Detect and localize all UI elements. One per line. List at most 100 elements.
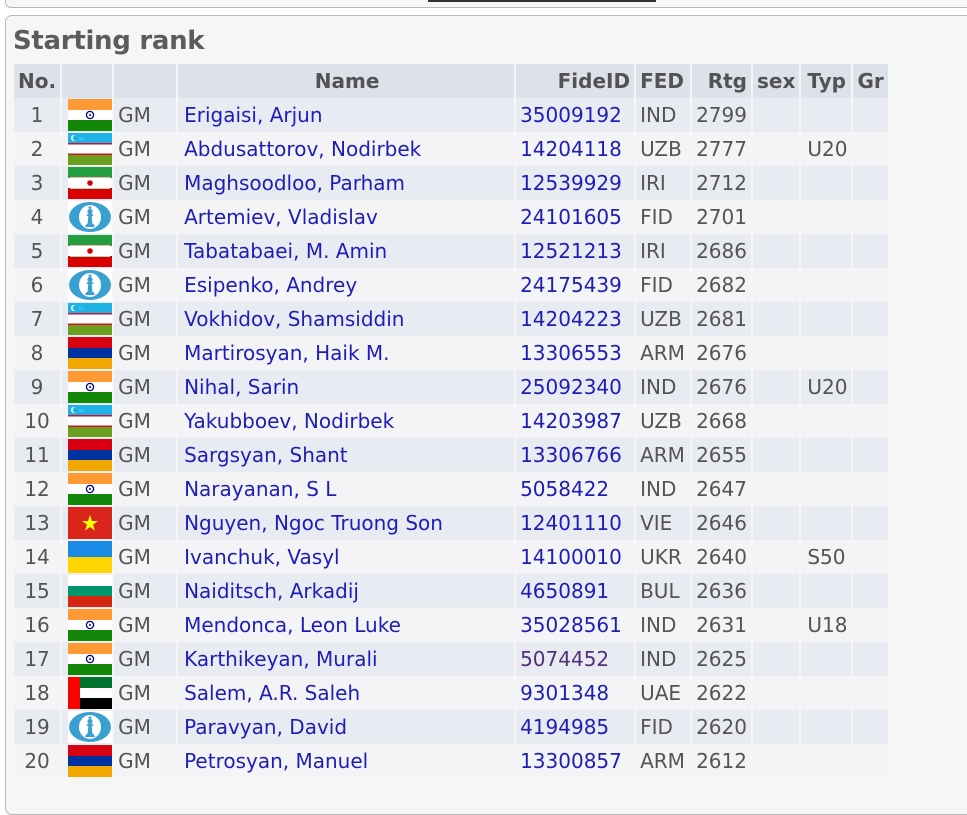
fide-id-link[interactable]: 14204118 xyxy=(520,137,622,161)
federation: FID xyxy=(635,200,692,234)
player-group xyxy=(852,404,889,438)
table-row: 13 GM Nguyen, Ngoc Truong Son 12401110 VIE 26… xyxy=(14,506,889,540)
column-header-title xyxy=(113,64,179,98)
federation: FID xyxy=(635,710,692,744)
player-type: S50 xyxy=(800,540,853,574)
fide-id-cell: 24101605 xyxy=(515,200,636,234)
federation: ARM xyxy=(635,438,692,472)
column-header-rating[interactable]: Rtg xyxy=(691,64,753,98)
fide-id-link[interactable]: 12539929 xyxy=(520,171,622,195)
rank-number: 15 xyxy=(14,574,62,608)
fide-id-link[interactable]: 14100010 xyxy=(520,545,622,569)
fide-id-link[interactable]: 12401110 xyxy=(520,511,622,535)
rating: 2676 xyxy=(691,336,752,370)
federation: ARM xyxy=(635,336,692,370)
player-title: GM xyxy=(113,676,178,710)
player-name-link[interactable]: Sargsyan, Shant xyxy=(184,443,348,467)
player-title: GM xyxy=(113,744,178,778)
fide-id-link[interactable]: 9301348 xyxy=(520,681,609,705)
player-name-link[interactable]: Mendonca, Leon Luke xyxy=(184,613,401,637)
federation: IND xyxy=(635,472,692,506)
fide-id-link[interactable]: 24101605 xyxy=(520,205,622,229)
player-name-link[interactable]: Naiditsch, Arkadij xyxy=(184,579,359,603)
player-name-link[interactable]: Abdusattorov, Nodirbek xyxy=(184,137,421,161)
fide-id-link[interactable]: 35009192 xyxy=(520,103,622,127)
fide-id-link[interactable]: 14203987 xyxy=(520,409,622,433)
player-name-link[interactable]: Salem, A.R. Saleh xyxy=(184,681,360,705)
federation: UZB xyxy=(635,302,692,336)
federation: IND xyxy=(635,98,692,132)
federation: ARM xyxy=(635,744,692,778)
player-name-cell: Abdusattorov, Nodirbek xyxy=(177,132,516,166)
fide-id-link[interactable]: 13300857 xyxy=(520,749,622,773)
player-name-link[interactable]: Nihal, Sarin xyxy=(184,375,299,399)
player-name-link[interactable]: Martirosyan, Haik M. xyxy=(184,341,389,365)
fide-id-cell: 4650891 xyxy=(515,574,636,608)
player-group xyxy=(852,710,889,744)
column-header-type[interactable]: Typ xyxy=(800,64,854,98)
fide-id-link[interactable]: 25092340 xyxy=(520,375,622,399)
player-name-link[interactable]: Maghsoodloo, Parham xyxy=(184,171,405,195)
fide-id-link[interactable]: 4194985 xyxy=(520,715,609,739)
fide-id-link[interactable]: 13306553 xyxy=(520,341,622,365)
player-name-link[interactable]: Vokhidov, Shamsiddin xyxy=(184,307,404,331)
india-flag-icon xyxy=(68,609,112,641)
fide-id-link[interactable]: 13306766 xyxy=(520,443,622,467)
table-row: 10::: GM Yakubboev, Nodirbek 14203987 UZB 266… xyxy=(14,404,889,438)
rating: 2612 xyxy=(691,744,752,778)
player-name-cell: Erigaisi, Arjun xyxy=(177,98,516,132)
fide-id-link[interactable]: 4650891 xyxy=(520,579,609,603)
player-name-link[interactable]: Artemiev, Vladislav xyxy=(184,205,378,229)
player-name-link[interactable]: Erigaisi, Arjun xyxy=(184,103,322,127)
india-flag-icon xyxy=(68,371,112,403)
fide-id-link[interactable]: 24175439 xyxy=(520,273,622,297)
flag-cell xyxy=(61,336,114,370)
flag-cell: ::: xyxy=(61,404,114,438)
player-name-link[interactable]: Tabatabaei, M. Amin xyxy=(184,239,387,263)
player-group xyxy=(852,438,889,472)
column-header-name[interactable]: Name xyxy=(177,64,517,98)
column-header-no[interactable]: No. xyxy=(14,64,63,98)
sex xyxy=(751,608,801,642)
column-header-group[interactable]: Gr xyxy=(852,64,890,98)
player-group xyxy=(852,472,889,506)
player-name-link[interactable]: Paravyan, David xyxy=(184,715,347,739)
flag-cell xyxy=(61,710,114,744)
player-name-link[interactable]: Ivanchuk, Vasyl xyxy=(184,545,340,569)
column-header-sex[interactable]: sex xyxy=(751,64,802,98)
fide-id-link[interactable]: 5074452 xyxy=(520,647,609,671)
armenia-flag-icon xyxy=(68,439,112,471)
player-name-cell: Ivanchuk, Vasyl xyxy=(177,540,516,574)
fide-id-link[interactable]: 35028561 xyxy=(520,613,622,637)
uae-flag-icon xyxy=(68,677,112,709)
column-header-fideid[interactable]: FideID xyxy=(515,64,637,98)
player-type xyxy=(800,642,853,676)
player-name-link[interactable]: Esipenko, Andrey xyxy=(184,273,357,297)
bulgaria-flag-icon xyxy=(68,575,112,607)
armenia-flag-icon xyxy=(68,337,112,369)
flag-cell xyxy=(61,370,114,404)
player-type xyxy=(800,744,853,778)
rating: 2777 xyxy=(691,132,752,166)
fide-id-link[interactable]: 5058422 xyxy=(520,477,609,501)
player-name-cell: Maghsoodloo, Parham xyxy=(177,166,516,200)
player-name-link[interactable]: Nguyen, Ngoc Truong Son xyxy=(184,511,443,535)
player-title: GM xyxy=(113,506,178,540)
player-name-link[interactable]: Narayanan, S L xyxy=(184,477,336,501)
rating: 2640 xyxy=(691,540,752,574)
rating: 2622 xyxy=(691,676,752,710)
table-row: 18 GM Salem, A.R. Saleh 9301348 UAE 2622 xyxy=(14,676,889,710)
player-title: GM xyxy=(113,574,178,608)
starting-rank-table: No. Name FideID FED Rtg sex Typ Gr 1 GM Er… xyxy=(14,64,890,778)
sex xyxy=(751,370,801,404)
federation: UKR xyxy=(635,540,692,574)
player-name-link[interactable]: Karthikeyan, Murali xyxy=(184,647,378,671)
player-name-link[interactable]: Yakubboev, Nodirbek xyxy=(184,409,394,433)
fide-id-cell: 5074452 xyxy=(515,642,636,676)
player-type xyxy=(800,200,853,234)
player-name-link[interactable]: Petrosyan, Manuel xyxy=(184,749,368,773)
column-header-fed[interactable]: FED xyxy=(635,64,693,98)
fide-id-link[interactable]: 14204223 xyxy=(520,307,622,331)
fide-id-link[interactable]: 12521213 xyxy=(520,239,622,263)
flag-cell xyxy=(61,98,114,132)
